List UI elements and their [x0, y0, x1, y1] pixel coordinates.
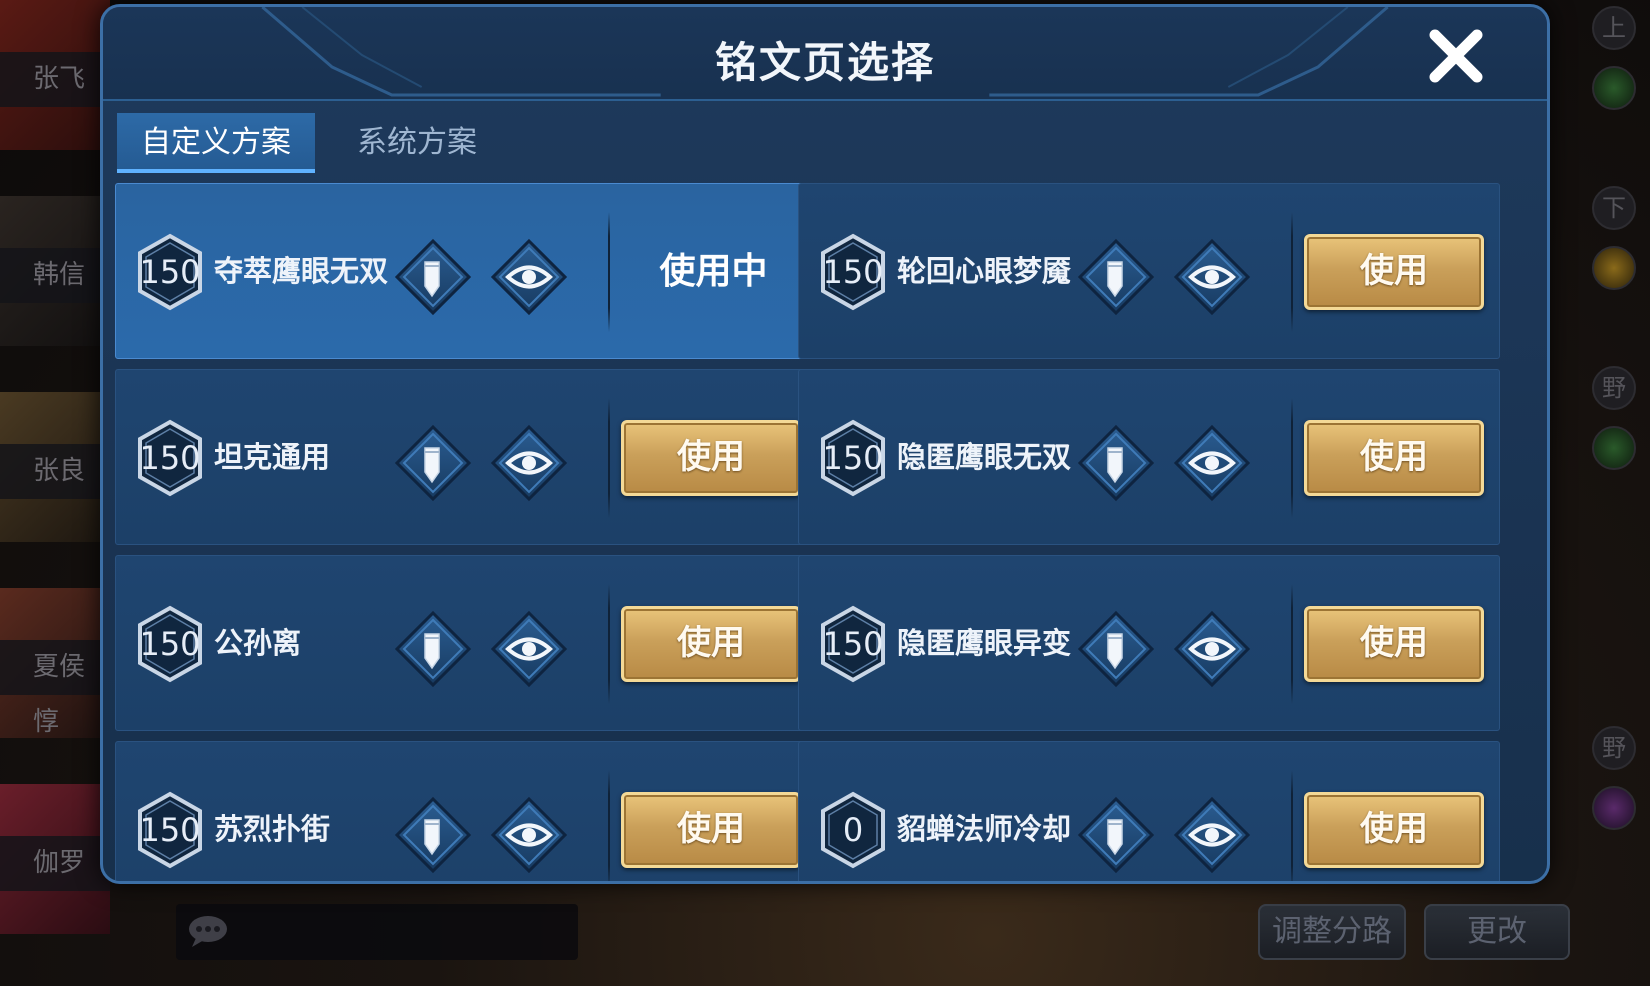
pencil-icon[interactable]: [394, 424, 472, 502]
hero-name: 夏侯惇: [0, 640, 110, 737]
eye-icon[interactable]: [1173, 424, 1251, 502]
rune-page-card[interactable]: 150 苏烈扑街 使用: [115, 741, 817, 881]
chat-bubble-icon[interactable]: [186, 914, 230, 948]
eye-icon[interactable]: [1173, 238, 1251, 316]
lane-badge: 野: [1592, 366, 1636, 410]
eye-icon[interactable]: [490, 610, 568, 688]
hero-name: 张良: [0, 444, 110, 499]
card-divider: [608, 212, 610, 332]
hero-name: 伽罗: [0, 836, 110, 891]
rune-page-grid: 150 夺萃鹰眼无双 使用中 150 轮回心眼梦魇 使用 150 坦克通用 使用…: [115, 183, 1539, 881]
tab-system-scheme[interactable]: 系统方案: [337, 113, 497, 173]
rune-page-card[interactable]: 150 坦克通用 使用: [115, 369, 817, 545]
pencil-icon[interactable]: [394, 610, 472, 688]
hero-slot: 张良: [0, 392, 110, 592]
skill-orb: [1592, 246, 1636, 290]
close-icon[interactable]: [1425, 25, 1487, 87]
rune-page-name: 隐匿鹰眼异变: [897, 626, 1072, 660]
pencil-icon[interactable]: [1077, 796, 1155, 874]
rune-page-name: 坦克通用: [214, 440, 331, 474]
lane-badge: 上: [1592, 6, 1636, 50]
skill-orb: [1592, 786, 1636, 830]
use-button[interactable]: 使用: [1304, 792, 1484, 868]
hero-name: 韩信: [0, 248, 110, 303]
eye-icon[interactable]: [1173, 610, 1251, 688]
rune-page-card[interactable]: 150 夺萃鹰眼无双 使用中: [115, 183, 817, 359]
lane-badge: 下: [1592, 186, 1636, 230]
card-divider: [608, 584, 610, 704]
card-divider: [1291, 398, 1293, 518]
eye-icon[interactable]: [490, 424, 568, 502]
hero-slot: 张飞: [0, 0, 110, 200]
rune-page-name: 隐匿鹰眼无双: [897, 440, 1072, 474]
use-button[interactable]: 使用: [1304, 606, 1484, 682]
pencil-icon[interactable]: [1077, 610, 1155, 688]
eye-icon[interactable]: [490, 796, 568, 874]
rune-page-name: 貂蝉法师冷却: [897, 812, 1072, 846]
use-button[interactable]: 使用: [1304, 234, 1484, 310]
rune-page-name: 夺萃鹰眼无双: [214, 254, 389, 288]
use-button[interactable]: 使用: [1304, 420, 1484, 496]
rune-level: 150: [139, 625, 201, 663]
rune-page-selection-modal: 铭文页选择 自定义方案 系统方案 150 夺萃鹰眼无双 使用中 150 轮回心眼…: [100, 4, 1550, 884]
card-divider: [608, 770, 610, 881]
card-divider: [608, 398, 610, 518]
pencil-icon[interactable]: [394, 238, 472, 316]
rune-page-name: 公孙离: [214, 626, 302, 660]
skill-orb: [1592, 66, 1636, 110]
rune-page-name: 轮回心眼梦魇: [897, 254, 1072, 288]
hero-slot: 韩信: [0, 196, 110, 396]
rune-page-card[interactable]: 150 隐匿鹰眼异变 使用: [798, 555, 1500, 731]
use-button[interactable]: 使用: [621, 420, 801, 496]
hero-name: 张飞: [0, 52, 110, 107]
lane-badge: 野: [1592, 726, 1636, 770]
rune-page-name: 苏烈扑街: [214, 812, 331, 846]
in-use-label: 使用中: [659, 251, 768, 292]
rune-page-card[interactable]: 150 公孙离 使用: [115, 555, 817, 731]
modal-header: 铭文页选择: [103, 7, 1547, 101]
rune-level: 150: [139, 811, 201, 849]
card-divider: [1291, 770, 1293, 881]
use-button[interactable]: 使用: [621, 792, 801, 868]
hero-slot: 伽罗: [0, 784, 110, 984]
modal-title: 铭文页选择: [714, 38, 935, 87]
eye-icon[interactable]: [490, 238, 568, 316]
pencil-icon[interactable]: [1077, 424, 1155, 502]
change-button[interactable]: 更改: [1424, 904, 1570, 960]
rune-page-card[interactable]: 150 轮回心眼梦魇 使用: [798, 183, 1500, 359]
pencil-icon[interactable]: [1077, 238, 1155, 316]
rune-level: 0: [842, 811, 864, 849]
pencil-icon[interactable]: [394, 796, 472, 874]
card-divider: [1291, 584, 1293, 704]
rune-page-card[interactable]: 150 隐匿鹰眼无双 使用: [798, 369, 1500, 545]
card-divider: [1291, 212, 1293, 332]
eye-icon[interactable]: [1173, 796, 1251, 874]
rune-level: 150: [139, 439, 201, 477]
lane-strip: 上 下 野 野: [1550, 0, 1650, 986]
chat-input[interactable]: [176, 904, 578, 960]
rune-level: 150: [139, 253, 201, 291]
adjust-lane-button[interactable]: 调整分路: [1258, 904, 1406, 960]
rune-page-card[interactable]: 0 貂蝉法师冷却 使用: [798, 741, 1500, 881]
rune-level: 150: [822, 253, 884, 291]
tab-custom-scheme[interactable]: 自定义方案: [117, 113, 315, 173]
rune-level: 150: [822, 625, 884, 663]
skill-orb: [1592, 426, 1636, 470]
use-button[interactable]: 使用: [621, 606, 801, 682]
rune-level: 150: [822, 439, 884, 477]
hero-slot: 夏侯惇: [0, 588, 110, 788]
